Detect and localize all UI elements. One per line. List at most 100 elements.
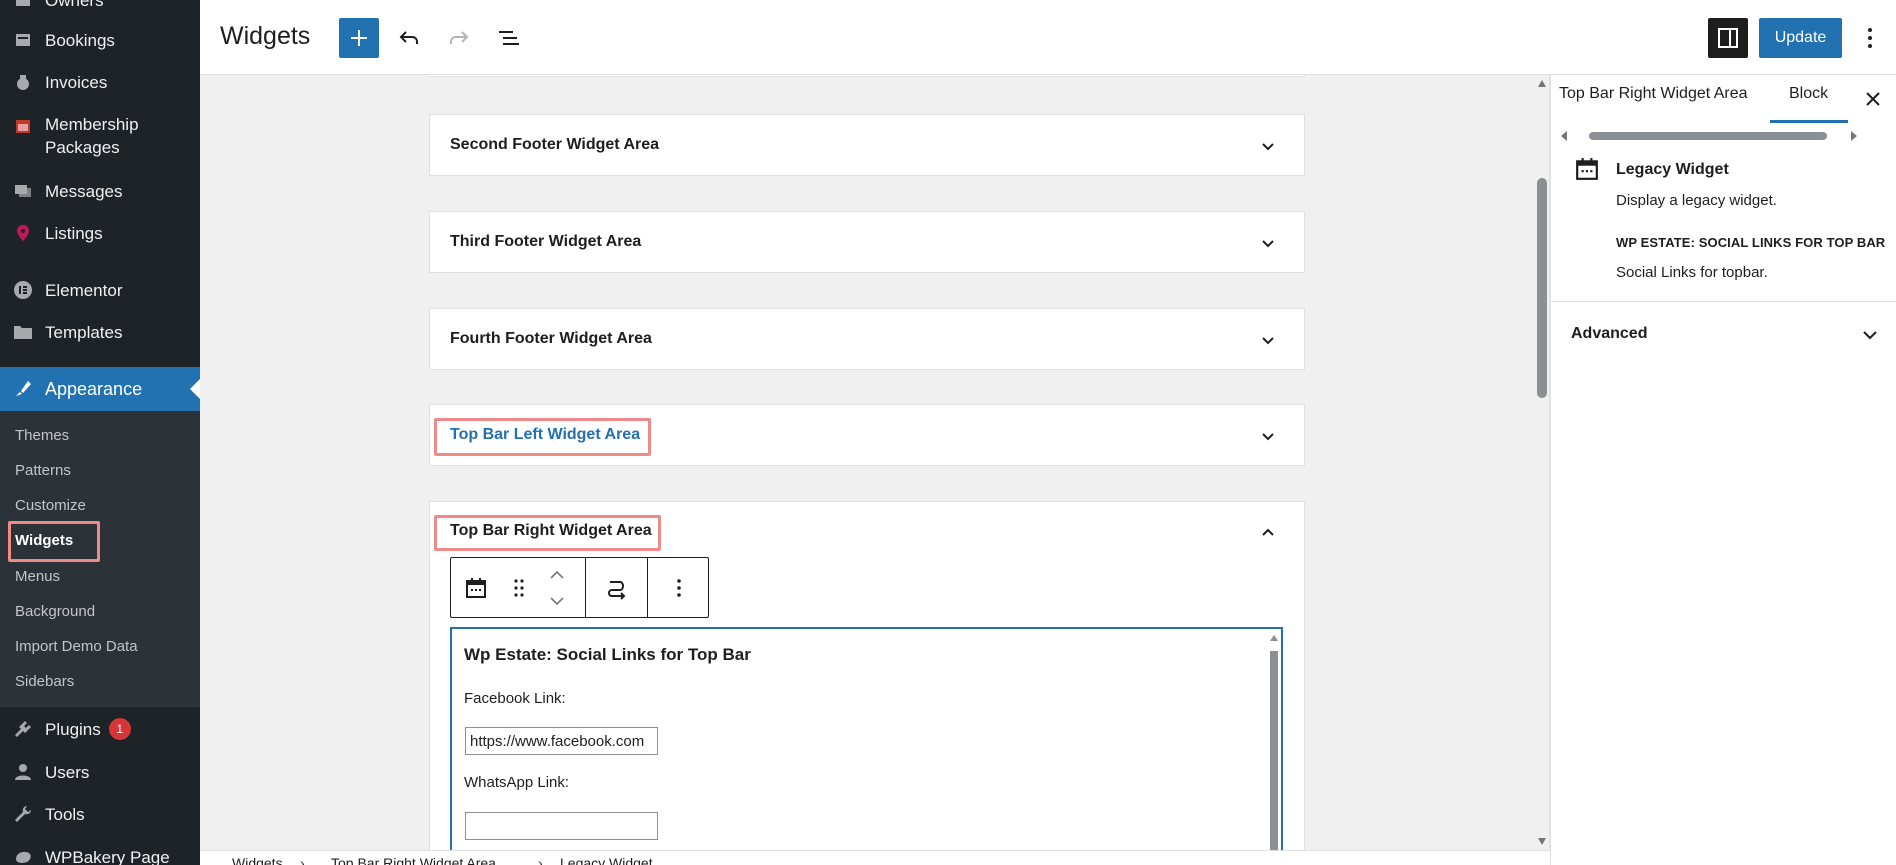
map-pin-icon [12, 222, 34, 244]
submenu-menus[interactable]: Menus [15, 568, 60, 585]
active-menu-arrow [190, 379, 200, 399]
submenu-themes[interactable]: Themes [15, 427, 69, 444]
breadcrumb-separator: › [300, 855, 305, 865]
top-bar-right-highlight-box [434, 515, 661, 551]
calendar-icon [12, 115, 34, 137]
menu-templates[interactable]: Templates [0, 320, 200, 344]
sidebar-panel-icon [1718, 28, 1738, 48]
block-toolbar [450, 557, 709, 618]
main-scrollbar-thumb[interactable] [1537, 178, 1547, 398]
undo-icon [399, 31, 418, 44]
legacy-widget-form: Wp Estate: Social Links for Top Bar Face… [450, 627, 1283, 850]
list-view-icon [499, 31, 519, 45]
divider [1551, 301, 1896, 302]
close-settings-button[interactable] [1861, 87, 1885, 111]
menu-invoices[interactable]: Invoices [0, 70, 200, 94]
undo-button[interactable] [389, 18, 429, 58]
menu-messages[interactable]: Messages [0, 179, 200, 203]
widget-areas-canvas: Second Footer Widget Area Third Footer W… [200, 75, 1534, 850]
page-title: Widgets [220, 22, 311, 50]
widget-area-title: Fourth Footer Widget Area [450, 330, 652, 347]
vertical-ellipsis-icon [1868, 28, 1872, 48]
submenu-patterns[interactable]: Patterns [15, 462, 71, 479]
menu-bookings[interactable]: Bookings [0, 28, 200, 52]
block-options-icon[interactable] [665, 574, 693, 602]
submenu-customize[interactable]: Customize [15, 497, 86, 514]
menu-membership[interactable]: Membership Packages [0, 113, 200, 161]
move-down-icon[interactable] [547, 592, 567, 610]
update-button[interactable]: Update [1759, 18, 1842, 58]
top-bar-left-highlight-box [434, 418, 651, 456]
chevron-down-icon[interactable] [1861, 326, 1879, 344]
drag-handle-icon[interactable] [509, 575, 529, 601]
menu-plugins[interactable]: Plugins 1 [0, 717, 200, 741]
menu-bookings-label: Bookings [45, 30, 115, 50]
breadcrumb-widgets[interactable]: Widgets [232, 855, 283, 865]
add-block-button[interactable] [339, 18, 379, 58]
bookings-icon [12, 29, 34, 51]
close-icon [1866, 92, 1880, 106]
advanced-panel-toggle[interactable]: Advanced [1571, 325, 1647, 343]
menu-elementor[interactable]: Elementor [0, 278, 200, 302]
plus-icon [351, 30, 367, 46]
breadcrumb-widget-area[interactable]: Top Bar Right Widget Area [331, 855, 496, 865]
widgets-highlight-box [8, 521, 100, 562]
legacy-widget-calendar-icon[interactable] [463, 575, 489, 601]
submenu-background[interactable]: Background [15, 603, 95, 620]
chevron-up-icon [1262, 528, 1274, 536]
menu-listings[interactable]: Listings [0, 221, 200, 245]
menu-elementor-label: Elementor [45, 280, 123, 300]
menu-tools-label: Tools [45, 804, 85, 824]
whatsapp-link-input[interactable] [465, 812, 658, 840]
facebook-link-input[interactable] [465, 727, 658, 755]
submenu-import-demo[interactable]: Import Demo Data [15, 638, 138, 655]
widget-area-panel[interactable]: Third Footer Widget Area [429, 211, 1305, 273]
menu-messages-label: Messages [45, 181, 123, 201]
menu-owners[interactable]: Owners [0, 0, 200, 12]
menu-membership-label: Membership Packages [45, 115, 139, 157]
block-card-description: Display a legacy widget. [1616, 192, 1777, 209]
chevron-down-icon [1262, 433, 1274, 441]
owners-icon [12, 0, 34, 11]
widget-area-panel[interactable]: Second Footer Widget Area [429, 114, 1305, 176]
widget-area-title: Second Footer Widget Area [450, 136, 660, 153]
plug-icon [12, 718, 34, 740]
menu-appearance-label: Appearance [45, 378, 143, 399]
menu-plugins-label: Plugins [45, 719, 101, 739]
paintbrush-icon [12, 378, 34, 400]
money-bag-icon [12, 71, 34, 93]
settings-toggle-button[interactable] [1708, 18, 1748, 58]
menu-appearance[interactable]: Appearance [0, 367, 200, 411]
tab-block[interactable]: Block [1789, 85, 1828, 103]
widget-area-panel[interactable]: Top Bar Left Widget Area [429, 404, 1305, 466]
plugins-update-badge: 1 [108, 718, 131, 740]
widget-type-description: Social Links for topbar. [1616, 264, 1768, 281]
legacy-widget-calendar-icon [1576, 158, 1598, 180]
user-icon [12, 761, 34, 783]
tabs-horizontal-scrollbar[interactable] [1559, 130, 1859, 142]
facebook-link-label: Facebook Link: [464, 690, 566, 707]
menu-wpbakery[interactable]: WPBakery Page [0, 845, 200, 865]
redo-button[interactable] [439, 18, 479, 58]
chevron-down-icon [1262, 240, 1274, 248]
more-options-button[interactable] [1850, 18, 1890, 58]
menu-users[interactable]: Users [0, 760, 200, 784]
move-to-widget-area-icon[interactable] [603, 574, 631, 602]
list-view-button[interactable] [489, 18, 529, 58]
widget-area-panel[interactable]: Fourth Footer Widget Area [429, 308, 1305, 370]
admin-sidebar: Owners Bookings Invoices Membership Pack… [0, 0, 200, 865]
elementor-icon [12, 279, 34, 301]
move-up-icon[interactable] [547, 566, 567, 584]
settings-sidebar: Top Bar Right Widget Area Block Legacy W… [1550, 75, 1896, 865]
widget-form-scrollbar[interactable] [1269, 633, 1279, 850]
block-breadcrumb: Widgets › Top Bar Right Widget Area › Le… [200, 850, 1550, 865]
submenu-sidebars[interactable]: Sidebars [15, 673, 74, 690]
block-card-title: Legacy Widget [1616, 161, 1729, 178]
menu-tools[interactable]: Tools [0, 802, 200, 826]
widget-area-panel-partial [429, 75, 1305, 77]
chevron-down-icon [1262, 337, 1274, 345]
breadcrumb-legacy-widget: Legacy Widget [560, 855, 653, 865]
appearance-submenu: Themes Patterns Customize Widgets Menus … [0, 411, 200, 707]
wpbakery-icon [12, 846, 34, 865]
tab-widget-area[interactable]: Top Bar Right Widget Area [1559, 85, 1748, 103]
